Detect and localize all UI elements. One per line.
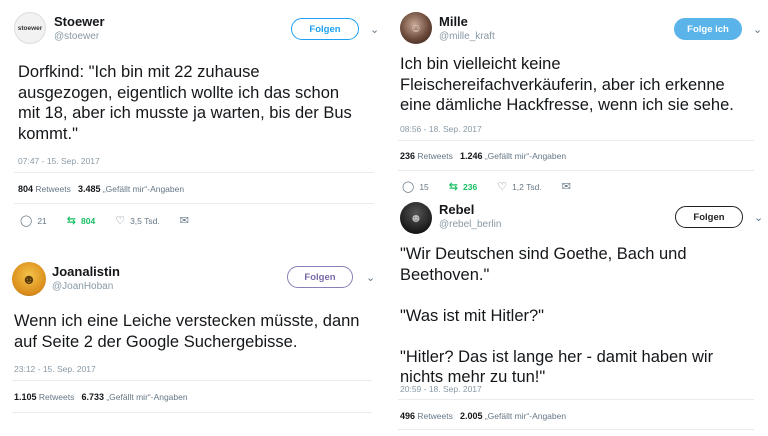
retweets-count[interactable]: 804 [18, 184, 33, 194]
reply-icon: ◯ [20, 215, 33, 227]
tweet-card-stoewer: stoewer Stoewer @stoewer Folgen ⌄ Dorfki… [0, 0, 390, 236]
avatar-portrait-icon: ☻ [409, 211, 423, 225]
retweet-icon: ⇆ [448, 181, 458, 193]
divider [12, 412, 372, 413]
author-handle[interactable]: @stoewer [54, 31, 99, 42]
reply-icon: ◯ [402, 181, 415, 193]
retweet-icon: ⇆ [66, 215, 76, 227]
engagement-stats: 804 Retweets 3.485 „Gefällt mir“-Angaben [18, 184, 184, 194]
likes-count[interactable]: 3.485 [78, 184, 101, 194]
retweet-count: 804 [81, 215, 96, 226]
likes-label[interactable]: „Gefällt mir“-Angaben [485, 151, 566, 161]
author-name[interactable]: Stoewer [54, 14, 105, 29]
avatar[interactable]: ☻ [400, 202, 432, 234]
chevron-down-icon[interactable]: ⌄ [754, 211, 763, 224]
like-count: 1,2 Tsd. [512, 181, 542, 192]
follow-button[interactable]: Folgen [675, 206, 743, 228]
reply-count: 15 [419, 181, 429, 192]
divider [14, 172, 374, 173]
divider [12, 380, 372, 381]
heart-icon: ♡ [497, 181, 508, 193]
chevron-down-icon[interactable]: ⌄ [366, 271, 375, 284]
divider [14, 203, 374, 204]
avatar-portrait-icon: ☺ [409, 21, 423, 35]
tweet-card-mille: ☺ Mille @mille_kraft Folge ich ⌄ Ich bin… [390, 0, 768, 196]
retweet-button[interactable]: ⇆ 236 [449, 180, 477, 193]
tweet-text: Ich bin vielleicht keine Fleischereifach… [400, 55, 734, 114]
divider [398, 140, 754, 141]
envelope-icon: ✉ [179, 215, 189, 227]
follow-button[interactable]: Folgen [291, 18, 359, 40]
follow-button[interactable]: Folgen [287, 266, 353, 288]
avatar[interactable]: stoewer [14, 12, 46, 44]
retweet-count: 236 [463, 181, 478, 192]
tweet-timestamp[interactable]: 23:12 - 15. Sep. 2017 [14, 364, 96, 374]
author-handle[interactable]: @JoanHoban [52, 281, 113, 292]
dm-button[interactable]: ✉ [562, 180, 576, 193]
likes-label[interactable]: „Gefällt mir“-Angaben [103, 184, 184, 194]
avatar-logo: stoewer [17, 24, 43, 32]
retweets-label[interactable]: Retweets [417, 151, 452, 161]
tweet-text: Dorfkind: "Ich bin mit 22 zuhause ausgez… [18, 63, 352, 143]
tweet-card-rebel: ☻ Rebel @rebel_berlin Folgen ⌄ "Wir Deut… [390, 196, 768, 436]
retweet-button[interactable]: ⇆ 804 [67, 214, 95, 227]
author-handle[interactable]: @rebel_berlin [439, 219, 501, 230]
tweet-timestamp[interactable]: 08:56 - 18. Sep. 2017 [400, 124, 482, 134]
avatar[interactable]: ☻ [12, 262, 46, 296]
author-handle[interactable]: @mille_kraft [439, 31, 495, 42]
engagement-stats: 496 Retweets 2.005 „Gefällt mir“-Angaben [400, 411, 566, 421]
retweets-count[interactable]: 496 [400, 411, 415, 421]
reply-button[interactable]: ◯ 21 [20, 214, 47, 227]
heart-icon: ♡ [115, 215, 126, 227]
tweet-timestamp[interactable]: 07:47 - 15. Sep. 2017 [18, 156, 100, 166]
divider [398, 399, 754, 400]
author-name[interactable]: Joanalistin [52, 264, 120, 279]
like-button[interactable]: ♡ 1,2 Tsd. [497, 180, 542, 193]
avatar[interactable]: ☺ [400, 12, 432, 44]
chevron-down-icon[interactable]: ⌄ [370, 23, 379, 36]
reply-count: 21 [37, 215, 47, 226]
retweets-label[interactable]: Retweets [417, 411, 452, 421]
reply-button[interactable]: ◯ 15 [402, 180, 429, 193]
engagement-stats: 1.105 Retweets 6.733 „Gefällt mir“-Angab… [14, 392, 188, 402]
avatar-face-icon: ☻ [21, 271, 37, 287]
author-name[interactable]: Mille [439, 14, 468, 29]
like-button[interactable]: ♡ 3,5 Tsd. [115, 214, 160, 227]
retweets-count[interactable]: 1.105 [14, 392, 37, 402]
envelope-icon: ✉ [561, 181, 571, 193]
likes-label[interactable]: „Gefällt mir“-Angaben [106, 392, 187, 402]
likes-count[interactable]: 1.246 [460, 151, 483, 161]
retweets-label[interactable]: Retweets [39, 392, 74, 402]
tweet-timestamp[interactable]: 20:59 - 18. Sep. 2017 [400, 384, 482, 394]
dm-button[interactable]: ✉ [180, 214, 194, 227]
tweet-text: "Wir Deutschen sind Goethe, Bach und Bee… [400, 245, 714, 386]
likes-count[interactable]: 6.733 [81, 392, 104, 402]
divider [398, 429, 754, 430]
likes-count[interactable]: 2.005 [460, 411, 483, 421]
retweets-count[interactable]: 236 [400, 151, 415, 161]
action-bar: ◯ 21 ⇆ 804 ♡ 3,5 Tsd. ✉ [20, 214, 214, 227]
engagement-stats: 236 Retweets 1.246 „Gefällt mir“-Angaben [400, 151, 566, 161]
divider [398, 170, 754, 171]
likes-label[interactable]: „Gefällt mir“-Angaben [485, 411, 566, 421]
author-name[interactable]: Rebel [439, 202, 474, 217]
like-count: 3,5 Tsd. [130, 215, 160, 226]
action-bar: ◯ 15 ⇆ 236 ♡ 1,2 Tsd. ✉ [402, 180, 596, 193]
chevron-down-icon[interactable]: ⌄ [753, 23, 762, 36]
tweet-card-joanalistin: ☻ Joanalistin @JoanHoban Folgen ⌄ Wenn i… [0, 252, 390, 436]
tweet-text: Wenn ich eine Leiche verstecken müsste, … [14, 312, 360, 351]
following-button[interactable]: Folge ich [674, 18, 742, 40]
retweets-label[interactable]: Retweets [35, 184, 70, 194]
